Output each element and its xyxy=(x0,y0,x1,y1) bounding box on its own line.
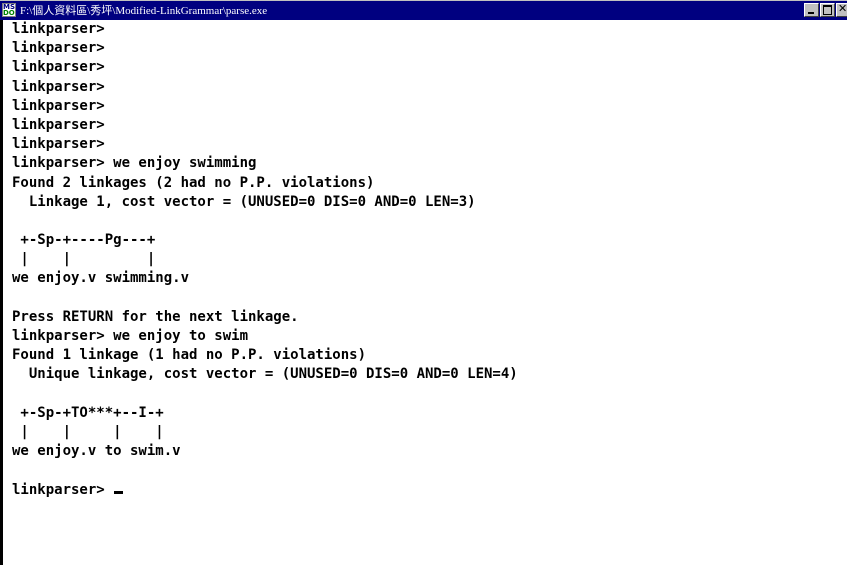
console-line: linkparser> we enjoy swimming xyxy=(12,155,257,172)
close-button[interactable] xyxy=(836,2,847,17)
console-line: Linkage 1, cost vector = (UNUSED=0 DIS=0… xyxy=(12,193,476,210)
console-line: Unique linkage, cost vector = (UNUSED=0 … xyxy=(12,366,518,383)
console-line: Found 1 linkage (1 had no P.P. violation… xyxy=(12,347,367,364)
icon-text-bottom: DOS xyxy=(3,9,15,17)
console-line: linkparser> we enjoy to swim xyxy=(12,328,249,344)
console-line: | | | xyxy=(12,251,156,268)
minimize-button[interactable] xyxy=(804,3,819,17)
console-line: linkparser> xyxy=(12,59,105,76)
console-line: +-Sp-+----Pg---+ xyxy=(12,232,156,249)
maximize-button[interactable] xyxy=(820,3,835,17)
text-cursor xyxy=(114,490,124,494)
console-line: +-Sp-+TO***+--I-+ xyxy=(12,404,164,421)
console-window: MS DOS F:\個人資料區\秀坪\Modified-LinkGrammar\… xyxy=(0,0,847,565)
console-prompt-line[interactable]: linkparser> xyxy=(12,481,847,500)
console-line: linkparser> xyxy=(12,21,105,37)
window-title: F:\個人資料區\秀坪\Modified-LinkGrammar\parse.e… xyxy=(20,5,268,17)
console-line: linkparser> xyxy=(12,116,105,133)
title-bar[interactable]: MS DOS F:\個人資料區\秀坪\Modified-LinkGrammar\… xyxy=(0,0,847,20)
ms-dos-app-icon[interactable]: MS DOS xyxy=(2,3,16,17)
console-output[interactable]: linkparser> linkparser> linkparser> link… xyxy=(0,20,847,565)
console-line: linkparser> xyxy=(12,136,105,153)
console-line: linkparser> xyxy=(12,97,105,114)
console-line: | | | | xyxy=(12,423,164,440)
console-line: Press RETURN for the next linkage. xyxy=(12,308,299,325)
console-prompt: linkparser> xyxy=(12,481,114,498)
console-line: Found 2 linkages (2 had no P.P. violatio… xyxy=(12,174,375,191)
window-controls xyxy=(804,2,847,18)
console-line: we enjoy.v swimming.v xyxy=(12,270,190,287)
console-line: linkparser> xyxy=(12,78,105,95)
console-line: linkparser> xyxy=(12,40,105,57)
console-line: we enjoy.v to swim.v xyxy=(12,443,181,460)
